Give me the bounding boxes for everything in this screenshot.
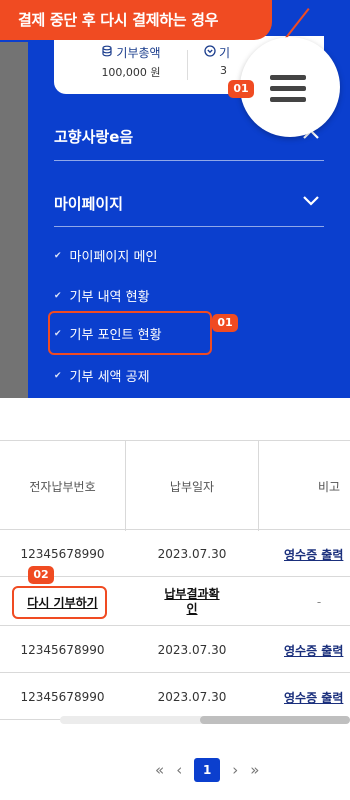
summary-divider	[187, 50, 188, 80]
scrollbar-thumb[interactable]	[200, 716, 350, 724]
check-icon: ✔	[54, 250, 62, 261]
step-badge: 01	[212, 314, 238, 332]
pagination: « ‹ 1 › »	[155, 758, 259, 782]
summary-total: 기부총액 100,000 원	[76, 44, 186, 80]
highlight-box-points	[48, 311, 212, 355]
receipt-print-link[interactable]: 영수증 출력	[284, 546, 343, 563]
nav-section-mypage-label: 마이페이지	[54, 195, 124, 213]
next-page-icon[interactable]: ›	[232, 761, 238, 779]
first-page-icon[interactable]: «	[155, 761, 164, 779]
nav-divider	[54, 226, 324, 227]
page-number-current[interactable]: 1	[194, 758, 221, 782]
table-row: 12345678990 2023.07.30 영수증 출력	[0, 627, 350, 673]
submenu-label: 마이페이지 메인	[69, 250, 158, 265]
table-cell: 12345678990	[20, 643, 105, 657]
payment-result-link[interactable]: 납부결과확인	[161, 587, 223, 617]
table-header-cell: 전자납부번호	[29, 479, 96, 494]
table-row: 12345678990 2023.07.30 영수증 출력	[0, 674, 350, 720]
nav-divider	[54, 160, 324, 161]
submenu-mypage-main[interactable]: ✔ 마이페이지 메인	[54, 246, 157, 265]
coins-icon	[101, 45, 113, 60]
table-header: 전자납부번호 납부일자 비고	[0, 440, 350, 531]
table-cell: 2023.07.30	[157, 547, 227, 561]
submenu-label: 기부 내역 현황	[69, 290, 150, 305]
highlight-box-retry	[12, 586, 107, 619]
table-header-cell: 납부일자	[169, 479, 215, 494]
table-cell: 2023.07.30	[157, 643, 227, 657]
table-cell: 영수증 출력	[284, 674, 350, 720]
prev-page-icon[interactable]: ‹	[176, 761, 182, 779]
check-icon: ✔	[54, 370, 62, 381]
table-cell: 영수증 출력	[284, 531, 350, 577]
hamburger-menu-icon[interactable]	[270, 75, 306, 108]
table-header-cell: 비고	[317, 479, 341, 494]
last-page-icon[interactable]: »	[250, 761, 259, 779]
step-badge: 01	[228, 80, 254, 98]
receipt-print-link[interactable]: 영수증 출력	[284, 689, 343, 706]
overlay-strip	[0, 42, 28, 398]
summary-total-label: 기부총액	[116, 46, 161, 60]
summary-total-value: 100,000 원	[101, 66, 161, 79]
chevron-down-icon[interactable]	[302, 193, 320, 211]
submenu-label: 기부 세액 공제	[69, 370, 150, 385]
table-cell: 2023.07.30	[157, 690, 227, 704]
table-cell: -	[316, 595, 322, 609]
nav-section-gohyang-label: 고향사랑e음	[54, 128, 134, 146]
guide-title-tag: 결제 중단 후 다시 결제하는 경우	[0, 0, 272, 40]
table-cell: 12345678990	[20, 547, 105, 561]
table-cell: 영수증 출력	[284, 627, 350, 673]
receipt-print-link[interactable]: 영수증 출력	[284, 642, 343, 659]
submenu-donation-history[interactable]: ✔ 기부 내역 현황	[54, 286, 150, 305]
step-badge: 02	[28, 566, 54, 584]
table-cell: 납부결과확인	[161, 578, 223, 626]
magnifier-callout	[240, 37, 340, 137]
chevron-circle-icon	[204, 45, 216, 60]
submenu-tax-deduction[interactable]: ✔ 기부 세액 공제	[54, 366, 150, 385]
table-cell: 12345678990	[20, 690, 105, 704]
check-icon: ✔	[54, 290, 62, 301]
summary-second-label: 기	[219, 46, 231, 60]
nav-section-mypage[interactable]: 마이페이지	[54, 193, 324, 214]
screenshot-root: 기부총액 100,000 원 기 3 고향사랑e음 마이페이지 ✔ 마이페이지 …	[0, 0, 350, 800]
